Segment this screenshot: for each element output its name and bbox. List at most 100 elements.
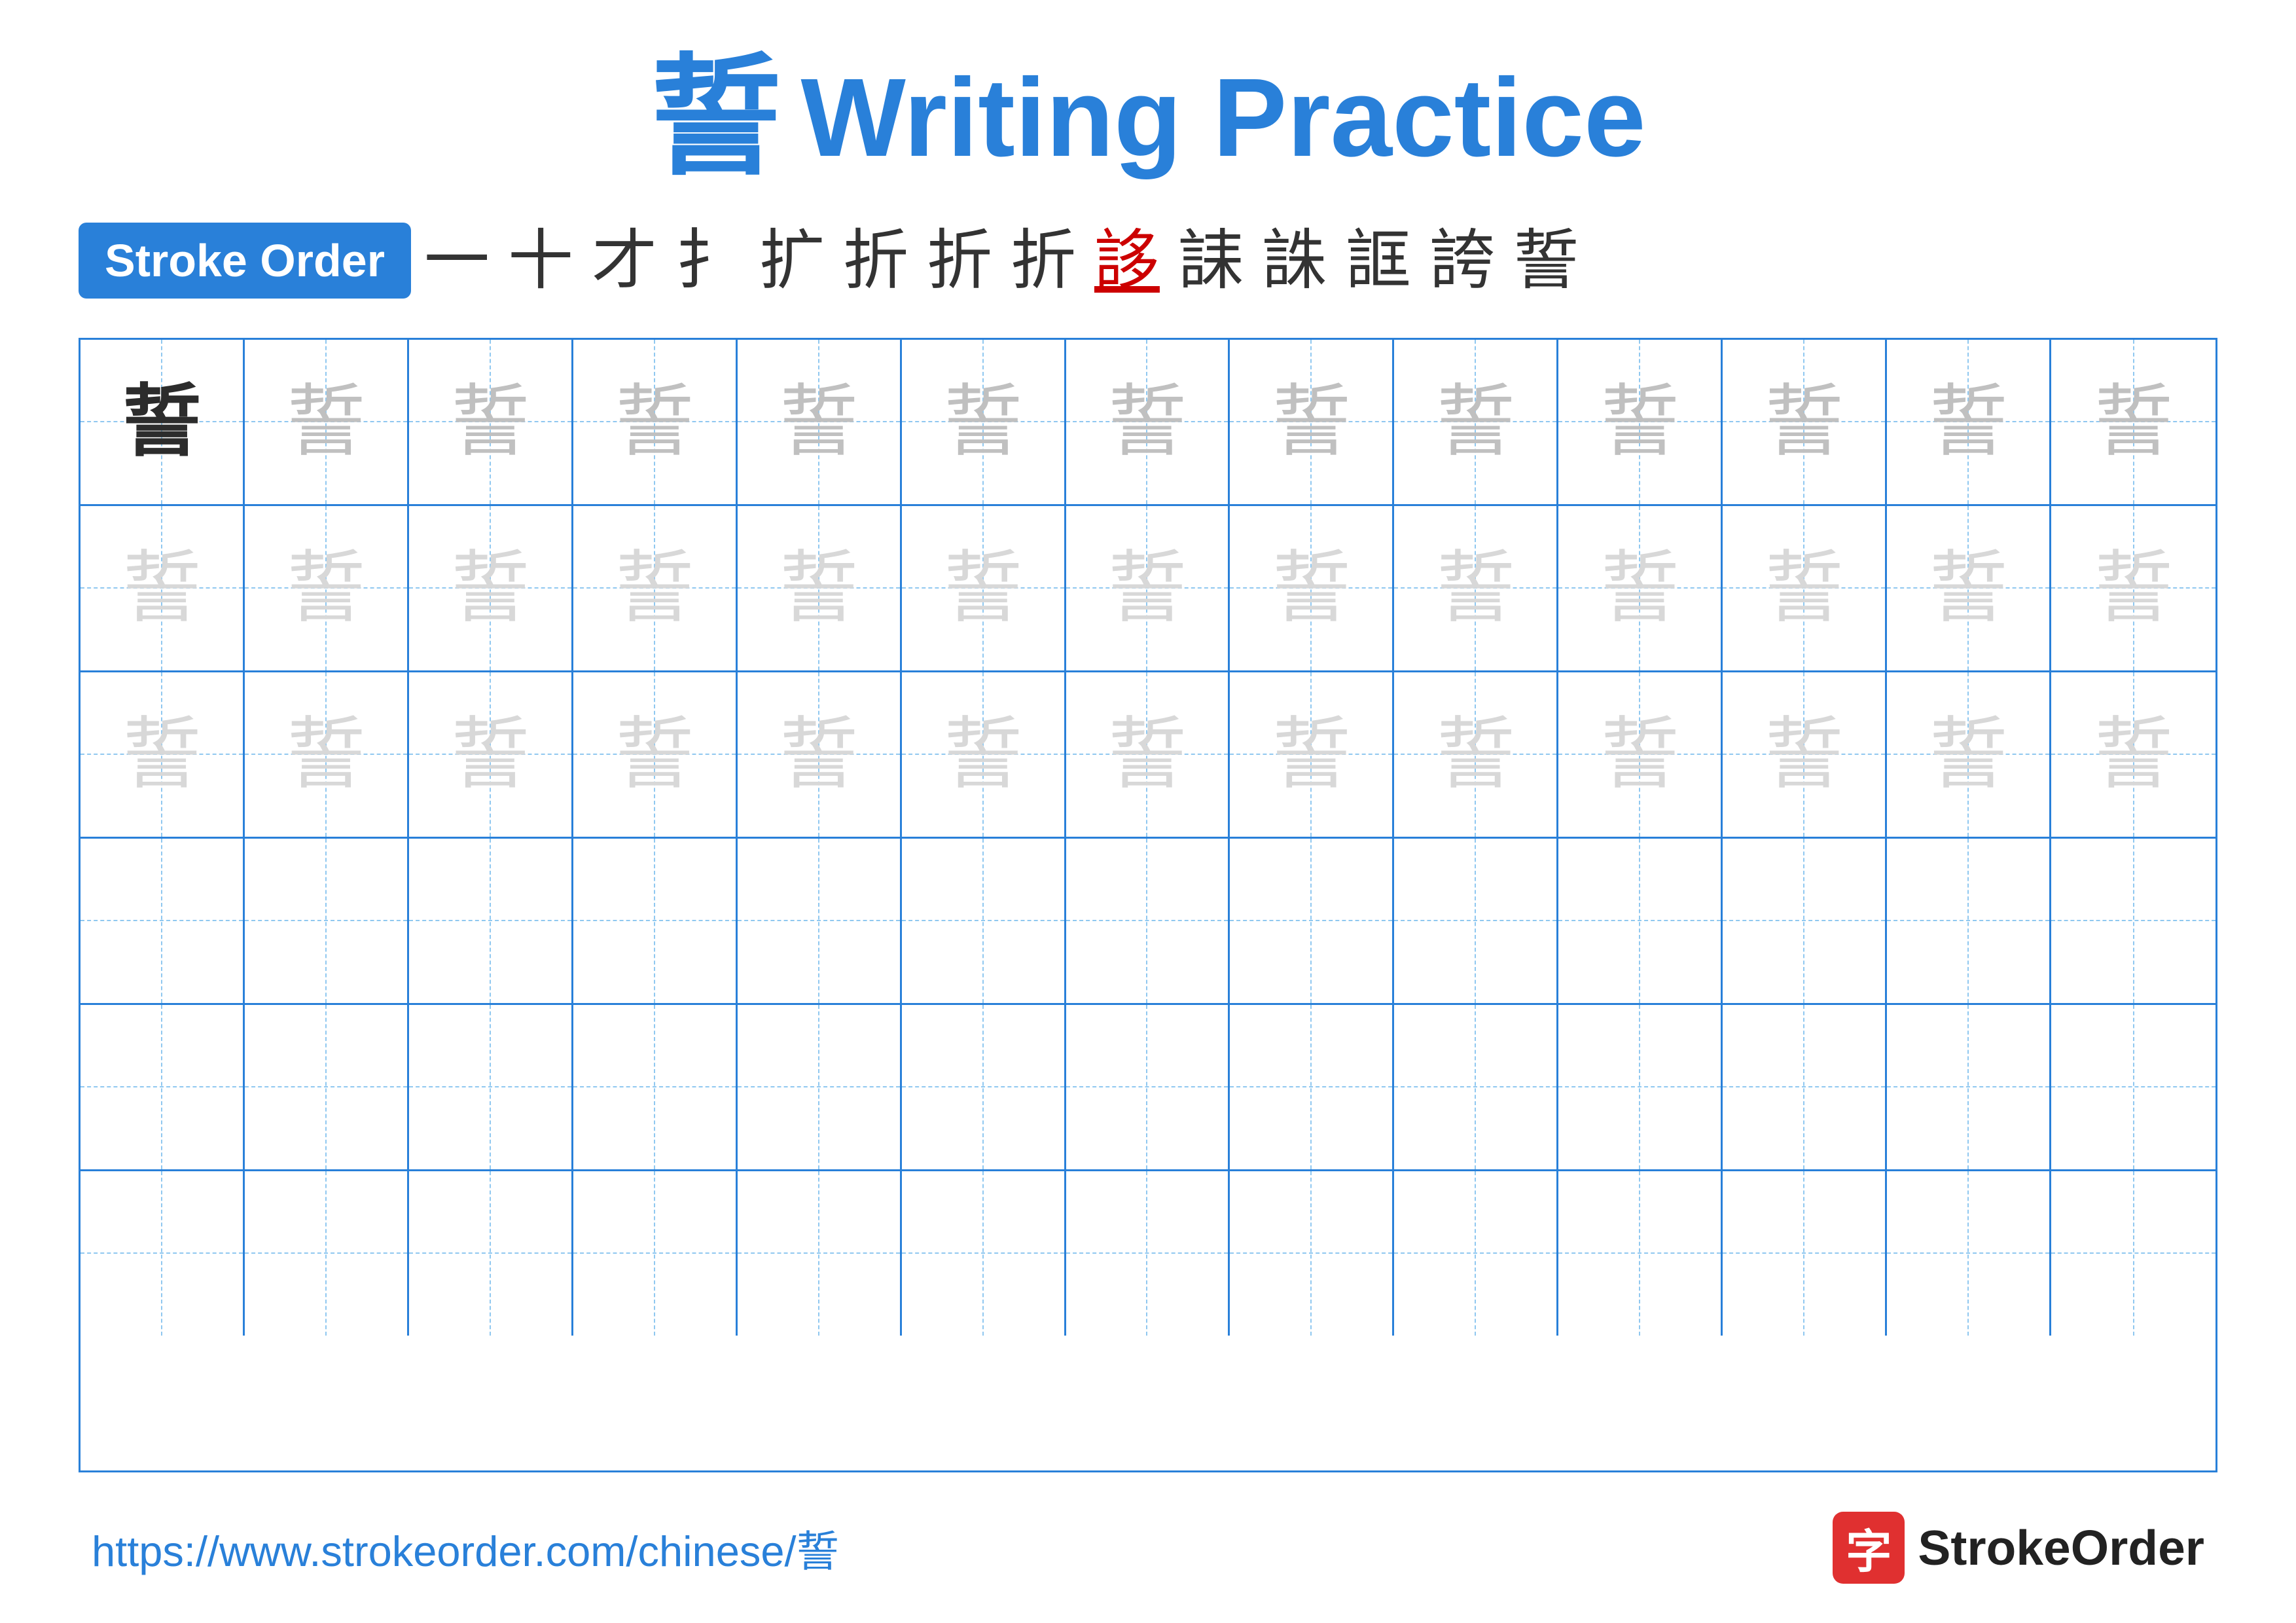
stroke-step-8: 誃	[1094, 228, 1160, 293]
grid-cell-2-5[interactable]: 誓	[902, 672, 1066, 837]
grid-cell-0-4[interactable]: 誓	[738, 340, 902, 504]
grid-cell-1-5[interactable]: 誓	[902, 506, 1066, 670]
practice-char: 誓	[287, 715, 365, 793]
grid-cell-5-9[interactable]	[1558, 1171, 1723, 1336]
grid-cell-5-11[interactable]	[1887, 1171, 2051, 1336]
grid-row-0: 誓誓誓誓誓誓誓誓誓誓誓誓誓	[81, 340, 2215, 506]
grid-cell-0-7[interactable]: 誓	[1230, 340, 1394, 504]
grid-cell-1-11[interactable]: 誓	[1887, 506, 2051, 670]
grid-cell-2-11[interactable]: 誓	[1887, 672, 2051, 837]
grid-cell-4-1[interactable]	[245, 1005, 409, 1169]
grid-cell-1-10[interactable]: 誓	[1723, 506, 1887, 670]
grid-cell-1-9[interactable]: 誓	[1558, 506, 1723, 670]
grid-cell-5-3[interactable]	[573, 1171, 738, 1336]
grid-cell-1-3[interactable]: 誓	[573, 506, 738, 670]
stroke-step-2: 才	[592, 228, 657, 293]
grid-cell-0-6[interactable]: 誓	[1066, 340, 1230, 504]
grid-cell-2-10[interactable]: 誓	[1723, 672, 1887, 837]
practice-char: 誓	[944, 382, 1022, 461]
practice-char: 誓	[1107, 382, 1186, 461]
practice-char: 誓	[1107, 715, 1186, 793]
grid-cell-2-2[interactable]: 誓	[409, 672, 573, 837]
grid-cell-0-5[interactable]: 誓	[902, 340, 1066, 504]
grid-cell-0-1[interactable]: 誓	[245, 340, 409, 504]
footer: https://www.strokeorder.com/chinese/誓 字 …	[79, 1512, 2217, 1584]
grid-cell-2-12[interactable]: 誓	[2051, 672, 2215, 837]
stroke-order-badge[interactable]: Stroke Order	[79, 223, 411, 299]
grid-cell-1-1[interactable]: 誓	[245, 506, 409, 670]
grid-cell-5-7[interactable]	[1230, 1171, 1394, 1336]
grid-cell-5-10[interactable]	[1723, 1171, 1887, 1336]
practice-char: 誓	[780, 382, 858, 461]
grid-cell-3-11[interactable]	[1887, 839, 2051, 1003]
grid-cell-4-6[interactable]	[1066, 1005, 1230, 1169]
practice-char: 誓	[451, 549, 529, 627]
grid-cell-4-8[interactable]	[1394, 1005, 1558, 1169]
grid-cell-2-3[interactable]: 誓	[573, 672, 738, 837]
grid-cell-2-9[interactable]: 誓	[1558, 672, 1723, 837]
stroke-step-10: 誅	[1262, 228, 1327, 293]
grid-cell-2-8[interactable]: 誓	[1394, 672, 1558, 837]
grid-cell-3-5[interactable]	[902, 839, 1066, 1003]
grid-cell-4-0[interactable]	[81, 1005, 245, 1169]
grid-cell-2-1[interactable]: 誓	[245, 672, 409, 837]
grid-cell-0-9[interactable]: 誓	[1558, 340, 1723, 504]
grid-cell-5-12[interactable]	[2051, 1171, 2215, 1336]
footer-url[interactable]: https://www.strokeorder.com/chinese/誓	[92, 1517, 839, 1578]
grid-cell-1-4[interactable]: 誓	[738, 506, 902, 670]
practice-char: 誓	[1600, 382, 1679, 461]
grid-cell-1-6[interactable]: 誓	[1066, 506, 1230, 670]
grid-cell-3-1[interactable]	[245, 839, 409, 1003]
grid-cell-2-0[interactable]: 誓	[81, 672, 245, 837]
grid-cell-3-7[interactable]	[1230, 839, 1394, 1003]
grid-cell-5-6[interactable]	[1066, 1171, 1230, 1336]
grid-cell-4-7[interactable]	[1230, 1005, 1394, 1169]
grid-row-1: 誓誓誓誓誓誓誓誓誓誓誓誓誓	[81, 506, 2215, 672]
grid-cell-0-12[interactable]: 誓	[2051, 340, 2215, 504]
grid-cell-5-8[interactable]	[1394, 1171, 1558, 1336]
grid-cell-3-8[interactable]	[1394, 839, 1558, 1003]
grid-cell-2-7[interactable]: 誓	[1230, 672, 1394, 837]
grid-cell-5-2[interactable]	[409, 1171, 573, 1336]
grid-cell-0-0[interactable]: 誓	[81, 340, 245, 504]
practice-char: 誓	[944, 715, 1022, 793]
grid-cell-3-4[interactable]	[738, 839, 902, 1003]
grid-cell-2-4[interactable]: 誓	[738, 672, 902, 837]
grid-cell-0-2[interactable]: 誓	[409, 340, 573, 504]
grid-cell-0-8[interactable]: 誓	[1394, 340, 1558, 504]
grid-cell-3-12[interactable]	[2051, 839, 2215, 1003]
grid-cell-4-2[interactable]	[409, 1005, 573, 1169]
stroke-step-9: 誄	[1178, 228, 1244, 293]
grid-cell-1-8[interactable]: 誓	[1394, 506, 1558, 670]
grid-cell-3-0[interactable]	[81, 839, 245, 1003]
title-chinese: 誓	[650, 52, 781, 183]
grid-cell-1-2[interactable]: 誓	[409, 506, 573, 670]
grid-cell-3-10[interactable]	[1723, 839, 1887, 1003]
grid-cell-5-4[interactable]	[738, 1171, 902, 1336]
grid-cell-4-9[interactable]	[1558, 1005, 1723, 1169]
grid-cell-4-4[interactable]	[738, 1005, 902, 1169]
grid-cell-4-10[interactable]	[1723, 1005, 1887, 1169]
practice-char: 誓	[615, 715, 694, 793]
grid-cell-3-3[interactable]	[573, 839, 738, 1003]
grid-cell-4-5[interactable]	[902, 1005, 1066, 1169]
grid-cell-0-11[interactable]: 誓	[1887, 340, 2051, 504]
grid-cell-3-9[interactable]	[1558, 839, 1723, 1003]
practice-char: 誓	[2094, 382, 2173, 461]
grid-cell-5-0[interactable]	[81, 1171, 245, 1336]
grid-cell-0-3[interactable]: 誓	[573, 340, 738, 504]
grid-cell-3-6[interactable]	[1066, 839, 1230, 1003]
grid-cell-4-12[interactable]	[2051, 1005, 2215, 1169]
grid-cell-1-12[interactable]: 誓	[2051, 506, 2215, 670]
grid-cell-3-2[interactable]	[409, 839, 573, 1003]
grid-cell-4-11[interactable]	[1887, 1005, 2051, 1169]
grid-cell-0-10[interactable]: 誓	[1723, 340, 1887, 504]
grid-cell-2-6[interactable]: 誓	[1066, 672, 1230, 837]
practice-char: 誓	[451, 715, 529, 793]
practice-char: 誓	[2094, 715, 2173, 793]
grid-cell-1-0[interactable]: 誓	[81, 506, 245, 670]
grid-cell-5-5[interactable]	[902, 1171, 1066, 1336]
grid-cell-5-1[interactable]	[245, 1171, 409, 1336]
grid-cell-4-3[interactable]	[573, 1005, 738, 1169]
grid-cell-1-7[interactable]: 誓	[1230, 506, 1394, 670]
